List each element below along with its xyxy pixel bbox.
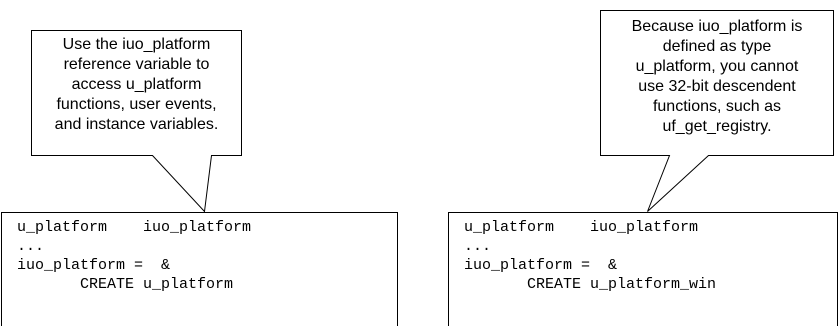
callout-left: Use the iuo_platform reference variable … xyxy=(31,30,242,156)
code-box-left: u_platform iuo_platform ... iuo_platform… xyxy=(1,212,398,332)
code-box-right: u_platform iuo_platform ... iuo_platform… xyxy=(448,212,838,332)
callout-right: Because iuo_platform is defined as type … xyxy=(600,10,834,156)
